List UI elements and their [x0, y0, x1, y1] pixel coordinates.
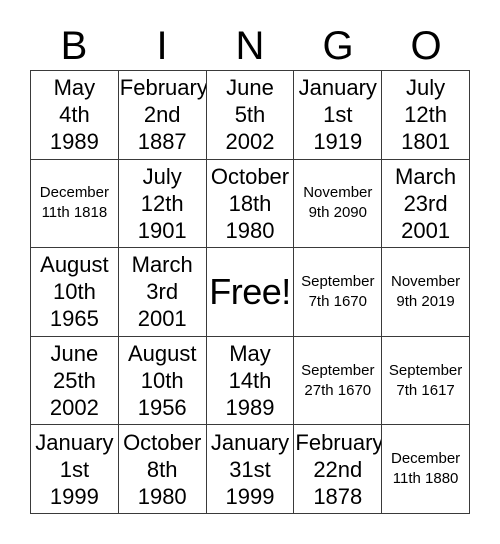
bingo-cell[interactable]: August 10th 1965: [31, 248, 119, 337]
bingo-cell-text: October 18th 1980: [210, 163, 290, 243]
bingo-cell-text: January 1st 1999: [35, 429, 114, 509]
bingo-cell[interactable]: February 2nd 1887: [118, 71, 207, 160]
bingo-cell-text: January 31st 1999: [210, 429, 290, 509]
bingo-row: January 1st 1999 October 8th 1980 Januar…: [31, 425, 470, 514]
bingo-row: May 4th 1989 February 2nd 1887 June 5th …: [31, 71, 470, 160]
bingo-row: December 11th 1818 July 12th 1901 Octobe…: [31, 159, 470, 249]
bingo-cell[interactable]: November 9th 2090: [294, 159, 383, 249]
bingo-cell[interactable]: March 23rd 2001: [382, 159, 470, 249]
bingo-cell-text: June 5th 2002: [225, 75, 275, 155]
free-space-label: Free!: [209, 270, 291, 312]
bingo-cell-text: September 27th 1670: [301, 361, 375, 399]
bingo-row: June 25th 2002 August 10th 1956 May 14th…: [31, 336, 470, 426]
bingo-cell[interactable]: August 10th 1956: [118, 336, 207, 426]
bingo-cell[interactable]: September 7th 1617: [382, 336, 470, 426]
bingo-cell-text: August 10th 1956: [127, 341, 197, 421]
bingo-cell-text: July 12th 1801: [401, 75, 451, 155]
header-letter-i: I: [156, 24, 168, 68]
bingo-cell-text: July 12th 1901: [137, 163, 187, 243]
header-letter-o: O: [410, 24, 442, 68]
bingo-cell-text: September 7th 1617: [388, 361, 463, 399]
bingo-cell[interactable]: November 9th 2019: [382, 248, 470, 337]
bingo-cell[interactable]: July 12th 1801: [382, 71, 470, 160]
header-letter-g: G: [322, 24, 354, 68]
bingo-cell[interactable]: May 14th 1989: [206, 336, 295, 426]
bingo-cell-text: May 14th 1989: [225, 341, 275, 421]
bingo-cell-text: January 1st 1919: [298, 75, 377, 155]
bingo-cell-text: June 25th 2002: [49, 341, 99, 421]
bingo-cell-text: March 23rd 2001: [395, 163, 457, 243]
bingo-cell-text: February 22nd 1878: [295, 429, 383, 509]
bingo-cell-text: February 2nd 1887: [119, 75, 207, 155]
bingo-cell-text: August 10th 1965: [40, 252, 109, 332]
header-letter-n: N: [235, 24, 265, 68]
header-letter-b: B: [60, 24, 88, 68]
bingo-cell[interactable]: March 3rd 2001: [118, 248, 207, 337]
bingo-cell-text: November 9th 2019: [390, 272, 461, 310]
bingo-row: August 10th 1965 March 3rd 2001 Free! Se…: [31, 248, 470, 337]
bingo-cell-text: March 3rd 2001: [131, 252, 193, 332]
bingo-card: B I N G O May 4th 1989 February 2nd 1887…: [0, 0, 500, 544]
bingo-cell-text: October 8th 1980: [123, 429, 202, 509]
bingo-cell[interactable]: January 1st 1999: [31, 425, 119, 514]
bingo-cell[interactable]: February 22nd 1878: [294, 425, 383, 514]
bingo-cell-text: September 7th 1670: [301, 272, 375, 310]
bingo-cell[interactable]: December 11th 1818: [31, 159, 119, 249]
bingo-cell[interactable]: January 31st 1999: [206, 425, 295, 514]
bingo-cell[interactable]: September 27th 1670: [294, 336, 383, 426]
bingo-cell[interactable]: December 11th 1880: [382, 425, 470, 514]
bingo-header-row: B I N G O: [30, 16, 470, 68]
bingo-cell-free-space[interactable]: Free!: [206, 248, 295, 337]
bingo-cell[interactable]: September 7th 1670: [294, 248, 383, 337]
bingo-cell[interactable]: October 18th 1980: [206, 159, 295, 249]
bingo-cell-text: December 11th 1880: [390, 450, 461, 488]
bingo-cell[interactable]: October 8th 1980: [118, 425, 207, 514]
bingo-cell-text: November 9th 2090: [303, 184, 373, 222]
bingo-cell[interactable]: January 1st 1919: [294, 71, 383, 160]
bingo-cell-text: December 11th 1818: [39, 184, 109, 222]
bingo-cell-text: May 4th 1989: [49, 75, 99, 155]
bingo-cell[interactable]: June 5th 2002: [206, 71, 295, 160]
bingo-cell[interactable]: July 12th 1901: [118, 159, 207, 249]
bingo-grid: May 4th 1989 February 2nd 1887 June 5th …: [30, 70, 470, 514]
bingo-cell[interactable]: May 4th 1989: [31, 71, 119, 160]
bingo-cell[interactable]: June 25th 2002: [31, 336, 119, 426]
